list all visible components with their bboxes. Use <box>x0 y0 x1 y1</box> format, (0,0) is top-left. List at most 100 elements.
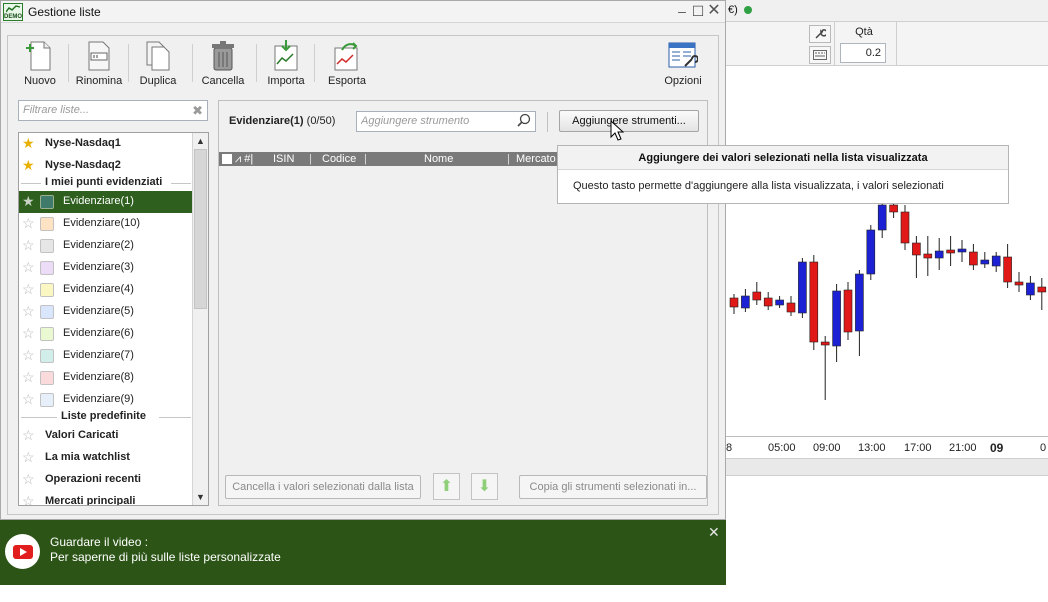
list-item-selected[interactable]: ★ Evidenziare(1) <box>19 191 193 213</box>
candle-body <box>798 261 807 314</box>
candle-body <box>855 273 864 332</box>
list-item[interactable]: ☆ Evidenziare(2) <box>19 235 193 257</box>
list-manager-dialog: DEMO Gestione liste – ☐ ✕ Nuovo Rinomina… <box>0 0 726 520</box>
chart-scrollbar[interactable] <box>726 458 1048 476</box>
close-icon[interactable]: ✕ <box>706 3 722 19</box>
color-swatch <box>40 195 54 209</box>
delete-button[interactable]: Cancella <box>198 40 248 92</box>
column-header-name[interactable]: Nome <box>424 153 453 165</box>
youtube-play-icon[interactable] <box>5 534 40 569</box>
list-item[interactable]: ☆ Evidenziare(7) <box>19 345 193 367</box>
select-all-checkbox[interactable] <box>222 154 232 164</box>
star-outline-icon[interactable]: ☆ <box>22 260 36 274</box>
section-title: Liste predefinite <box>61 410 146 422</box>
list-item[interactable]: ☆ Evidenziare(9) <box>19 389 193 411</box>
maximize-icon[interactable]: ☐ <box>690 3 706 19</box>
star-outline-icon[interactable]: ☆ <box>22 238 36 252</box>
video-help-banner[interactable]: Guardare il video : Per saperne di più s… <box>0 520 726 585</box>
candle-body <box>752 291 762 301</box>
minimize-icon[interactable]: – <box>674 3 690 19</box>
list-item[interactable]: ☆ La mia watchlist <box>19 447 193 469</box>
star-outline-icon[interactable]: ☆ <box>22 326 36 340</box>
candle-body <box>889 204 898 213</box>
rename-button[interactable]: Rinomina <box>74 40 124 92</box>
tooltip-body: Questo tasto permette d'aggiungere alla … <box>573 180 944 192</box>
list-item[interactable]: ☆ Mercati principali <box>19 491 193 505</box>
star-icon[interactable]: ★ <box>22 136 36 150</box>
trash-icon <box>207 40 239 72</box>
wrench-icon[interactable] <box>809 25 831 43</box>
move-up-icon[interactable]: ⬆ <box>433 473 460 500</box>
candle-body <box>1003 256 1012 283</box>
list-item[interactable]: ☆ Evidenziare(10) <box>19 213 193 235</box>
star-outline-icon[interactable]: ☆ <box>22 428 36 442</box>
list-item[interactable]: ★ Nyse-Nasdaq1 <box>19 133 193 155</box>
list-item-label: Evidenziare(2) <box>63 239 134 251</box>
list-item[interactable]: ☆ Evidenziare(5) <box>19 301 193 323</box>
duplicate-button[interactable]: Duplica <box>134 40 182 92</box>
star-outline-icon[interactable]: ☆ <box>22 304 36 318</box>
star-outline-icon[interactable]: ☆ <box>22 370 36 384</box>
filter-input[interactable] <box>23 104 183 116</box>
delete-selected-button[interactable]: Cancella i valori selezionati dalla list… <box>225 475 421 499</box>
mouse-cursor-icon <box>610 120 625 141</box>
candle-body <box>1026 282 1035 296</box>
star-outline-icon[interactable]: ☆ <box>22 494 36 505</box>
candle-body <box>946 249 955 254</box>
new-button[interactable]: Nuovo <box>18 40 62 92</box>
candle-body <box>809 261 819 343</box>
column-header-market[interactable]: Mercato <box>516 153 556 165</box>
export-button[interactable]: Esporta <box>324 40 370 92</box>
copy-selected-button[interactable]: Copia gli strumenti selezionati in... <box>519 475 707 499</box>
list-item[interactable]: ☆ Valori Caricati <box>19 425 193 447</box>
column-header-isin[interactable]: ISIN <box>273 153 294 165</box>
list-item[interactable]: ☆ Operazioni recenti <box>19 469 193 491</box>
banner-title[interactable]: Guardare il video : <box>50 535 148 549</box>
search-icon[interactable] <box>515 113 533 130</box>
list-item[interactable]: ☆ Evidenziare(4) <box>19 279 193 301</box>
main-panel: Nuovo Rinomina Duplica Cancella Importa … <box>7 35 719 515</box>
star-outline-icon[interactable]: ☆ <box>22 450 36 464</box>
star-icon[interactable]: ★ <box>22 158 36 172</box>
add-instruments-button[interactable]: Aggiungere strumenti... <box>559 110 699 132</box>
list-item[interactable]: ☆ Evidenziare(3) <box>19 257 193 279</box>
star-outline-icon[interactable]: ☆ <box>22 282 36 296</box>
star-outline-icon[interactable]: ☆ <box>22 472 36 486</box>
candle-body <box>763 297 773 307</box>
options-label: Opzioni <box>664 75 702 87</box>
scroll-down-icon[interactable]: ▼ <box>193 489 208 505</box>
star-icon[interactable]: ★ <box>22 194 36 208</box>
star-outline-icon[interactable]: ☆ <box>22 392 36 406</box>
list-item[interactable]: ☆ Evidenziare(6) <box>19 323 193 345</box>
rename-icon <box>83 40 115 72</box>
color-swatch <box>40 217 54 231</box>
list-scrollbar[interactable]: ▲ ▼ <box>192 133 208 505</box>
import-button[interactable]: Importa <box>264 40 308 92</box>
keyboard-icon[interactable] <box>809 46 831 64</box>
add-instrument-input[interactable] <box>361 115 511 127</box>
quantity-input[interactable]: 0.2 <box>840 43 886 63</box>
banner-subtitle[interactable]: Per saperne di più sulle liste personali… <box>50 550 281 564</box>
connection-status-dot <box>744 6 752 14</box>
list-item-label: Evidenziare(8) <box>63 371 134 383</box>
list-item[interactable]: ☆ Evidenziare(8) <box>19 367 193 389</box>
move-down-icon[interactable]: ⬇ <box>471 473 498 500</box>
lists-listbox[interactable]: ★ Nyse-Nasdaq1 ★ Nyse-Nasdaq2 I miei pun… <box>18 132 209 506</box>
column-header-flag[interactable]: ⩘ #| <box>235 153 253 166</box>
banner-close-icon[interactable]: ✕ <box>708 524 720 541</box>
star-outline-icon[interactable]: ☆ <box>22 216 36 230</box>
scroll-thumb[interactable] <box>194 149 207 309</box>
list-item[interactable]: ★ Nyse-Nasdaq2 <box>19 155 193 177</box>
clear-filter-icon[interactable]: ✖ <box>192 103 203 119</box>
filter-lists-field[interactable]: ✖ <box>18 100 208 121</box>
color-swatch <box>40 261 54 275</box>
options-button[interactable]: Opzioni <box>660 40 706 92</box>
candle-body <box>957 248 967 253</box>
column-header-code[interactable]: Codice <box>322 153 356 165</box>
candlestick-chart[interactable] <box>726 66 1048 436</box>
list-item-label: Evidenziare(3) <box>63 261 134 273</box>
color-swatch <box>40 349 54 363</box>
scroll-up-icon[interactable]: ▲ <box>193 133 208 149</box>
add-instrument-field[interactable] <box>356 111 536 132</box>
star-outline-icon[interactable]: ☆ <box>22 348 36 362</box>
